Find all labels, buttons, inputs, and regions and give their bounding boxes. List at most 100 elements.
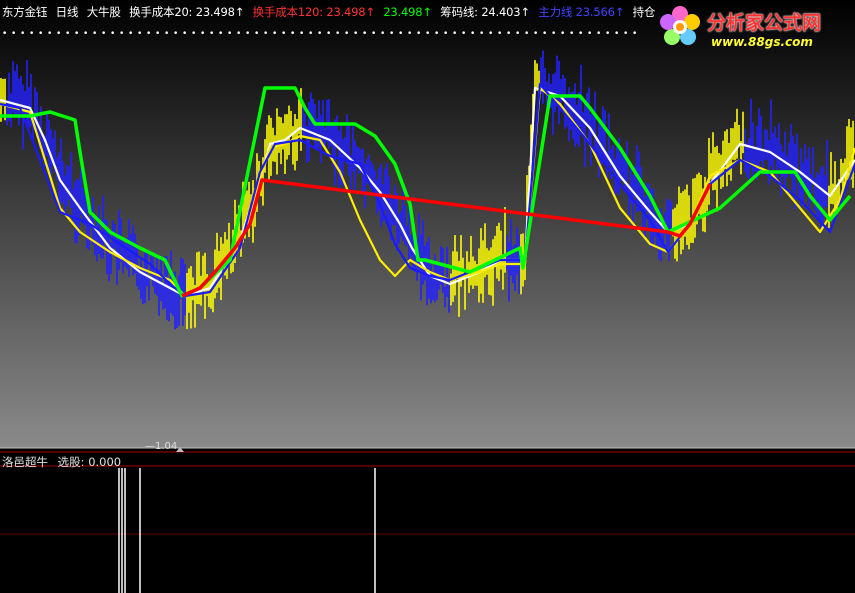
marker-glyph: • (227, 29, 232, 39)
marker-glyph: • (254, 29, 259, 39)
marker-glyph: • (353, 29, 358, 39)
marker-glyph: • (74, 29, 79, 39)
marker-glyph: • (92, 29, 97, 39)
marker-glyph: • (209, 29, 214, 39)
marker-glyph: • (614, 29, 619, 39)
marker-glyph: • (578, 29, 583, 39)
cost20-label: 换手成本20: 23.498↑ (129, 5, 245, 19)
blue-line-label: 主力线 23.566↑ (538, 5, 625, 19)
marker-glyph: • (596, 29, 601, 39)
marker-glyph: • (263, 29, 268, 39)
chart-window: • • • • • • • • • • • • • • • • • • • • • • • • • • • • • • • • • • • • • • • •… (0, 0, 855, 593)
cost120-value: 23.498 (326, 5, 366, 19)
marker-glyph: • (308, 29, 313, 39)
indicator-name[interactable]: 洛邑超牛 (2, 455, 48, 469)
marker-glyph: • (245, 29, 250, 39)
cost120-label: 换手成本120: 23.498↑ (252, 5, 375, 19)
marker-glyph: • (119, 29, 124, 39)
marker-glyph: • (623, 29, 628, 39)
marker-glyph: • (479, 29, 484, 39)
marker-glyph: • (344, 29, 349, 39)
site-logo[interactable]: 分析家公式网 www.88gs.com (655, 2, 855, 54)
marker-glyph: • (560, 29, 565, 39)
select-label-text: 选股: (57, 455, 85, 469)
marker-glyph: • (47, 29, 52, 39)
marker-glyph: • (200, 29, 205, 39)
chart-canvas[interactable]: • • • • • • • • • • • • • • • • • • • • • • • • • • • • • • • • • • • • • • • •… (0, 0, 855, 593)
marker-glyph: • (632, 29, 637, 39)
logo-url: www.88gs.com (711, 35, 813, 49)
flower-logo-icon (660, 6, 700, 45)
marker-glyph: • (452, 29, 457, 39)
marker-glyph: • (128, 29, 133, 39)
marker-glyph: • (83, 29, 88, 39)
marker-glyph: • (488, 29, 493, 39)
marker-glyph: • (191, 29, 196, 39)
marker-glyph: • (587, 29, 592, 39)
marker-glyph: • (137, 29, 142, 39)
logo-title: 分析家公式网 (707, 12, 822, 34)
marker-glyph: • (569, 29, 574, 39)
marker-glyph: • (371, 29, 376, 39)
marker-glyph: • (38, 29, 43, 39)
marker-glyph: • (173, 29, 178, 39)
blue-value: 23.566 (575, 5, 615, 19)
marker-glyph: • (65, 29, 70, 39)
select-value: 0.000 (88, 455, 122, 469)
marker-glyph: • (326, 29, 331, 39)
marker-glyph: • (425, 29, 430, 39)
marker-glyph: • (605, 29, 610, 39)
marker-glyph: • (299, 29, 304, 39)
chip-label-text: 筹码线: (440, 5, 478, 19)
marker-glyph: • (272, 29, 277, 39)
marker-glyph: • (443, 29, 448, 39)
marker-glyph: • (218, 29, 223, 39)
marker-glyph: • (380, 29, 385, 39)
marker-glyph: • (236, 29, 241, 39)
marker-glyph: • (434, 29, 439, 39)
marker-glyph: • (506, 29, 511, 39)
cost20-value: 23.498 (195, 5, 235, 19)
marker-glyph: • (164, 29, 169, 39)
low-price-value: 1.04 (155, 441, 178, 452)
marker-glyph: • (533, 29, 538, 39)
green-value: 23.498↑ (383, 5, 432, 19)
cost120-label-text: 换手成本120: (252, 5, 323, 19)
chip-value: 24.403 (481, 5, 521, 19)
cost20-label-text: 换手成本20: (129, 5, 193, 19)
marker-glyph: • (515, 29, 520, 39)
signal-bars-group (118, 468, 376, 593)
main-header: 东方金钰 日线 大牛股 换手成本20: 23.498↑ 换手成本120: 23.… (2, 4, 660, 20)
marker-glyph: • (389, 29, 394, 39)
marker-glyph: • (362, 29, 367, 39)
marker-glyph: • (497, 29, 502, 39)
marker-glyph: • (101, 29, 106, 39)
marker-glyph: • (110, 29, 115, 39)
sub-header: 洛邑超牛 选股: 0.000 (2, 454, 127, 470)
formula-name[interactable]: 大牛股 (87, 5, 121, 19)
marker-glyph: • (416, 29, 421, 39)
low-price-label: —1.04 (145, 441, 178, 452)
marker-glyph: • (407, 29, 412, 39)
marker-glyph: • (29, 29, 34, 39)
marker-glyph: • (146, 29, 151, 39)
period-label[interactable]: 日线 (56, 5, 79, 19)
marker-glyph: • (317, 29, 322, 39)
marker-glyph: • (335, 29, 340, 39)
blue-label-text: 主力线 (538, 5, 573, 19)
marker-glyph: • (542, 29, 547, 39)
marker-glyph: • (11, 29, 16, 39)
marker-glyph: • (20, 29, 25, 39)
select-label: 选股: 0.000 (58, 455, 121, 469)
green-value-text: 23.498 (383, 5, 423, 19)
marker-glyph: • (182, 29, 187, 39)
marker-glyph: • (281, 29, 286, 39)
marker-glyph: • (56, 29, 61, 39)
hold-label: 持仓 (632, 5, 656, 19)
marker-glyph: • (290, 29, 295, 39)
marker-glyph: • (398, 29, 403, 39)
marker-glyph: • (524, 29, 529, 39)
chip-line-label: 筹码线: 24.403↑ (440, 5, 530, 19)
stock-name[interactable]: 东方金钰 (2, 5, 47, 19)
marker-glyph: • (470, 29, 475, 39)
